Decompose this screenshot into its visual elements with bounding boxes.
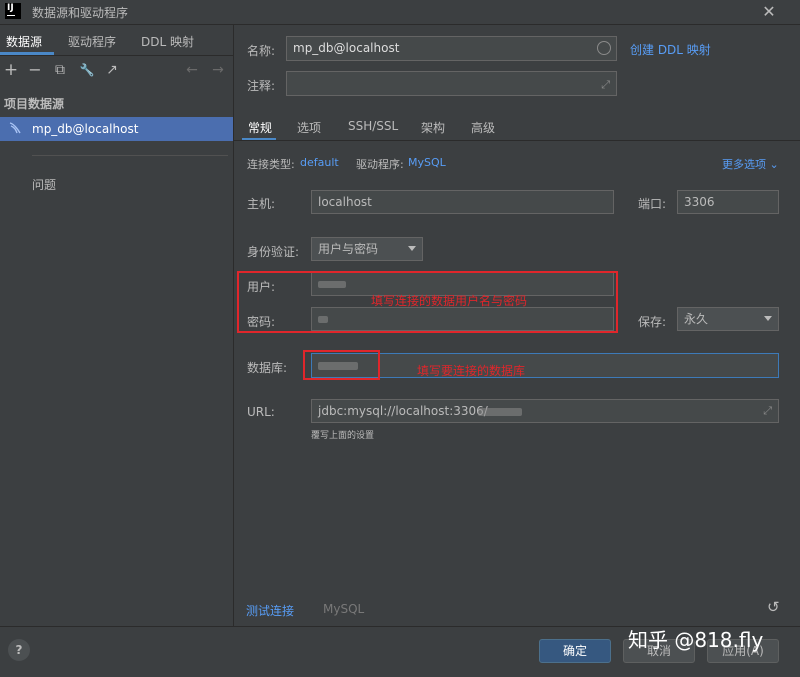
tab-ssh-ssl[interactable]: SSH/SSL bbox=[348, 119, 398, 133]
save-label: 保存: bbox=[638, 315, 667, 329]
title-bar: IJ 数据源和驱动程序 ✕ bbox=[0, 0, 800, 25]
driver-value[interactable]: MySQL bbox=[408, 156, 446, 169]
url-value: jdbc:mysql://localhost:3306/ bbox=[318, 404, 488, 418]
save-select[interactable]: 永久 bbox=[677, 307, 779, 331]
copy-icon[interactable]: ⧉ bbox=[51, 61, 69, 79]
back-icon[interactable]: ← bbox=[183, 61, 201, 79]
connection-type-label: 连接类型: bbox=[247, 158, 295, 171]
expand-icon[interactable]: ⤢ bbox=[763, 400, 772, 422]
auth-label: 身份验证: bbox=[247, 245, 300, 259]
create-ddl-mapping-link[interactable]: 创建 DDL 映射 bbox=[630, 41, 711, 58]
divider bbox=[0, 55, 233, 56]
color-circle-icon[interactable] bbox=[597, 41, 611, 55]
tab-options[interactable]: 选项 bbox=[297, 119, 321, 136]
annotation-credentials: 填写连接的数据用户名与密码 bbox=[371, 294, 528, 308]
database-label: 数据库: bbox=[247, 361, 288, 375]
expand-icon[interactable]: ⤢ bbox=[601, 74, 610, 96]
comment-field[interactable]: ⤢ bbox=[286, 71, 617, 96]
settings-icon[interactable]: 🔧 bbox=[78, 61, 96, 79]
driver-label: 驱动程序: bbox=[356, 158, 404, 171]
name-label: 名称: bbox=[247, 44, 276, 58]
tab-schemas[interactable]: 架构 bbox=[421, 119, 445, 136]
tab-advanced[interactable]: 高级 bbox=[471, 119, 495, 136]
annotation-database: 填写要连接的数据库 bbox=[417, 364, 526, 378]
annotation-box-database bbox=[303, 350, 380, 380]
reset-icon[interactable]: ↺ bbox=[767, 598, 780, 616]
more-options-link[interactable]: 更多选项 ⌄ bbox=[722, 156, 779, 172]
redacted-url-database bbox=[478, 408, 522, 416]
url-hint: 覆写上面的设置 bbox=[311, 431, 375, 441]
divider bbox=[234, 140, 800, 141]
url-field[interactable]: jdbc:mysql://localhost:3306/ ⤢ bbox=[311, 399, 779, 423]
auth-select[interactable]: 用户与密码 bbox=[311, 237, 423, 261]
remove-icon[interactable]: − bbox=[26, 61, 44, 79]
ok-button[interactable]: 确定 bbox=[539, 639, 611, 663]
tab-drivers[interactable]: 驱动程序 bbox=[68, 33, 116, 50]
section-heading: 项目数据源 bbox=[4, 97, 65, 111]
tab-ddl-mappings[interactable]: DDL 映射 bbox=[141, 33, 194, 50]
watermark: 知乎 @818.fly bbox=[628, 628, 764, 652]
dropdown-arrow-icon bbox=[764, 316, 772, 321]
host-label: 主机: bbox=[247, 197, 276, 211]
jump-to-source-icon[interactable]: ↗ bbox=[103, 61, 121, 79]
add-icon[interactable]: + bbox=[2, 61, 20, 79]
connection-type-value[interactable]: default bbox=[300, 156, 339, 169]
name-field[interactable]: mp_db@localhost bbox=[286, 36, 617, 61]
forward-icon[interactable]: → bbox=[209, 61, 227, 79]
window-title: 数据源和驱动程序 bbox=[32, 6, 129, 20]
database-field[interactable] bbox=[311, 353, 779, 378]
left-pane: 数据源 驱动程序 DDL 映射 + − ⧉ 🔧 ↗ ← → 项目数据源 mp_d… bbox=[0, 25, 234, 626]
port-label: 端口: bbox=[638, 197, 667, 211]
more-options-label: 更多选项 bbox=[722, 158, 766, 171]
app-logo-icon: IJ bbox=[5, 3, 21, 19]
test-connection-link[interactable]: 测试连接 bbox=[246, 602, 294, 619]
chevron-down-icon: ⌄ bbox=[769, 158, 779, 171]
divider bbox=[32, 155, 228, 156]
comment-label: 注释: bbox=[247, 79, 276, 93]
datasource-label: mp_db@localhost bbox=[32, 122, 139, 136]
driver-footer-label: MySQL bbox=[323, 602, 365, 616]
host-field[interactable]: localhost bbox=[311, 190, 614, 214]
tab-general[interactable]: 常规 bbox=[248, 119, 272, 136]
save-value: 永久 bbox=[684, 312, 709, 326]
tab-datasources[interactable]: 数据源 bbox=[6, 33, 42, 50]
datasource-item[interactable]: mp_db@localhost bbox=[0, 117, 233, 141]
dropdown-arrow-icon bbox=[408, 246, 416, 251]
auth-value: 用户与密码 bbox=[318, 242, 379, 256]
problems-item[interactable]: 问题 bbox=[32, 176, 56, 193]
url-label: URL: bbox=[247, 405, 275, 419]
help-button[interactable]: ? bbox=[8, 639, 30, 661]
mysql-dolphin-icon bbox=[8, 121, 22, 135]
name-value: mp_db@localhost bbox=[293, 41, 400, 55]
close-icon[interactable]: ✕ bbox=[758, 1, 780, 23]
port-field[interactable]: 3306 bbox=[677, 190, 779, 214]
